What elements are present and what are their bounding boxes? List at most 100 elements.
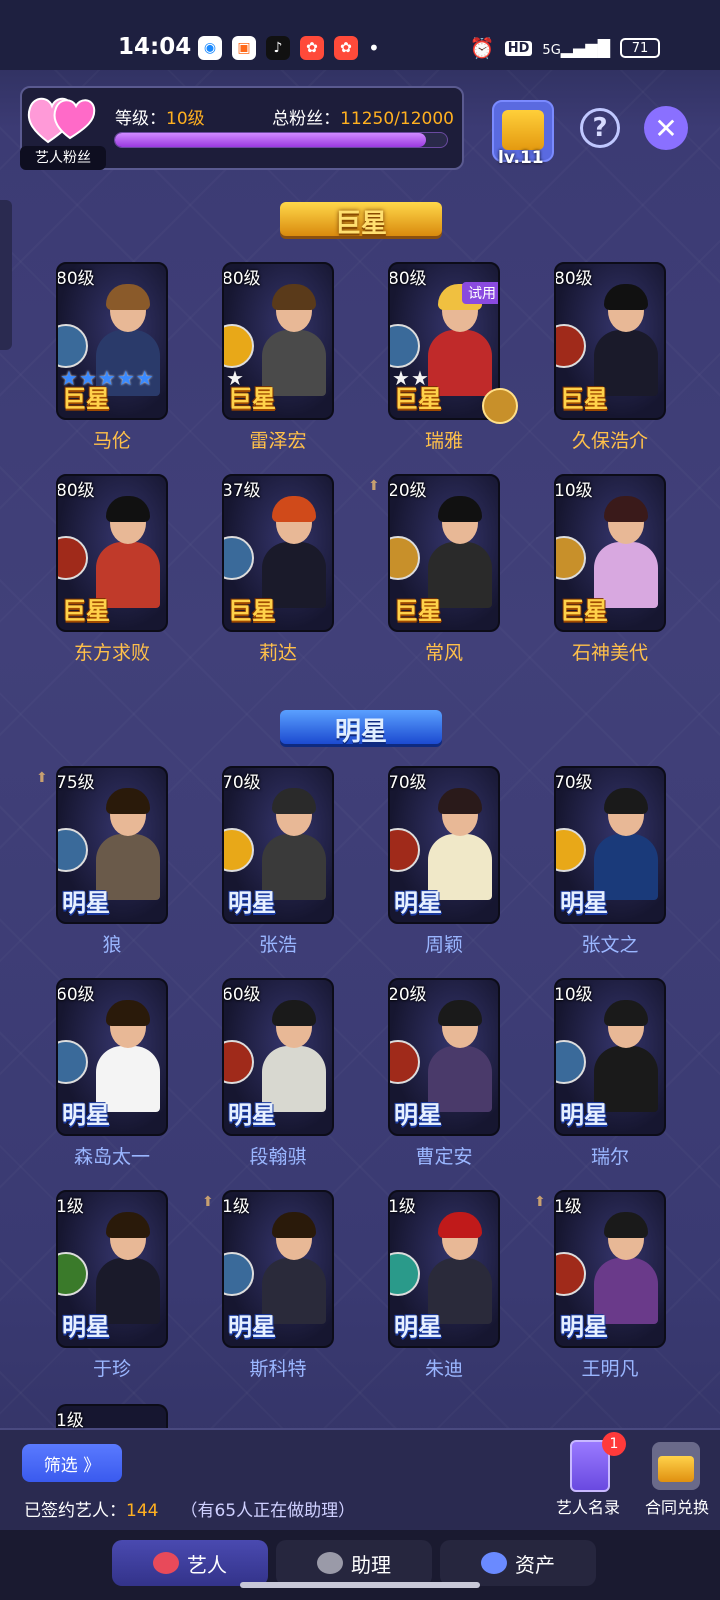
close-button[interactable]: ✕ xyxy=(644,106,688,150)
artist-card[interactable]: 80级 ★ ★ 试用 巨星 xyxy=(388,262,500,420)
signal-label: 5G xyxy=(542,42,561,58)
artist-card[interactable]: 10级 巨星 xyxy=(554,474,666,632)
fans-progress-bar xyxy=(114,132,448,148)
clapperboard-icon xyxy=(502,110,544,150)
side-handle[interactable] xyxy=(0,200,12,350)
studio-level: lv.11 xyxy=(498,148,544,168)
notification-apps: ◉ ▣ ♪ ✿ ✿ • xyxy=(198,36,380,60)
help-badge-icon[interactable] xyxy=(482,388,518,424)
artist-name: 莉达 xyxy=(258,642,297,664)
artist-card[interactable]: 20级 明星 xyxy=(388,978,500,1136)
rank-label: 明星 xyxy=(560,1101,608,1129)
artist-card[interactable]: 1级 明星 xyxy=(554,1190,666,1348)
rank-label: 巨星 xyxy=(62,597,110,625)
artist-card[interactable]: 10级明星 xyxy=(554,978,666,1136)
rank-label: 明星 xyxy=(228,889,276,917)
rank-label: 巨星 xyxy=(228,597,276,625)
artist-card[interactable]: 80级 ★ ★ ★ ★ ★ 巨星 xyxy=(56,262,168,420)
artist-portrait xyxy=(590,496,660,608)
artist-name: 雷泽宏 xyxy=(249,430,307,452)
tab-assistants[interactable]: 助理 xyxy=(276,1540,432,1586)
artist-tab-icon xyxy=(153,1552,179,1574)
game-controller-icon: ▣ xyxy=(232,36,256,60)
partial-artist-card[interactable]: 1级 xyxy=(56,1404,168,1431)
artist-name: 王明凡 xyxy=(581,1358,639,1380)
rank-label: 明星 xyxy=(228,1313,276,1341)
artist-name: 东方求败 xyxy=(73,642,150,664)
status-bar: 14:04 ◉ ▣ ♪ ✿ ✿ • ⏰ HD 5G▂▄▆█ 71 xyxy=(0,0,720,70)
superstar-title: 巨星 xyxy=(334,208,387,239)
card-level: 10级 xyxy=(554,985,593,1005)
artist-card[interactable]: 37级 巨星 xyxy=(222,474,334,632)
tab-label: 资产 xyxy=(515,1552,555,1577)
battery-level: 71 xyxy=(631,40,649,56)
upgrade-arrow-icon: ⬆ xyxy=(36,770,48,786)
hd-badge: HD xyxy=(504,40,533,56)
artist-card[interactable]: 80级 ★ 巨星 xyxy=(222,262,334,420)
rank-label: 明星 xyxy=(394,1101,442,1129)
card-level: 1级 xyxy=(56,1411,84,1431)
battery-icon: 71 xyxy=(620,38,660,58)
filter-button[interactable]: 筛选 》 xyxy=(22,1444,122,1482)
artist-name: 周颖 xyxy=(424,934,463,956)
help-button[interactable]: ? xyxy=(580,108,620,148)
clock: 14:04 xyxy=(118,34,192,60)
card-level: 70级 xyxy=(222,773,261,793)
status-icons: ⏰ HD 5G▂▄▆█ 71 xyxy=(470,36,660,60)
artist-card[interactable]: 75级 明星 xyxy=(56,766,168,924)
fan-level: 等级：10级 xyxy=(115,104,205,129)
level-label: 等级： xyxy=(115,109,166,129)
bubble-icon: ◉ xyxy=(198,36,222,60)
assistant-note: （有65人正在做助理） xyxy=(180,1501,356,1521)
artist-portrait xyxy=(92,1212,162,1324)
rank-label: 明星 xyxy=(560,889,608,917)
artist-name: 朱迪 xyxy=(424,1358,463,1380)
artist-name: 张文之 xyxy=(581,934,639,956)
star-banner: 明星 xyxy=(280,704,442,754)
rank-label: 明星 xyxy=(228,1101,276,1129)
artist-name: 石神美代 xyxy=(571,642,648,664)
roster-label: 艺人名录 xyxy=(555,1498,620,1517)
artist-card[interactable]: 70级 明星 xyxy=(554,766,666,924)
level-value: 10级 xyxy=(166,109,205,129)
card-level: 20级 xyxy=(388,481,427,501)
card-level: 10级 xyxy=(554,481,593,501)
card-level: 80级 xyxy=(222,269,261,289)
artist-card[interactable]: 1级 明星 xyxy=(388,1190,500,1348)
upgrade-arrow-icon: ⬆ xyxy=(534,1194,546,1210)
artist-name: 森岛太一 xyxy=(73,1146,150,1168)
artist-roster-button[interactable]: 1 艺人名录 xyxy=(552,1432,626,1530)
fan-label: 艺人粉丝 xyxy=(20,146,106,170)
artist-portrait xyxy=(424,788,494,900)
artist-card[interactable]: 70级明星 xyxy=(222,766,334,924)
more-dot: • xyxy=(368,36,380,60)
artist-card[interactable]: 80级 巨星 xyxy=(554,262,666,420)
rank-label: 明星 xyxy=(62,1101,110,1129)
home-indicator[interactable] xyxy=(240,1582,480,1588)
artist-card[interactable]: 60级 明星 xyxy=(222,978,334,1136)
tab-artists[interactable]: 艺人 xyxy=(112,1540,268,1586)
signed-count: 144 xyxy=(126,1501,159,1521)
tiktok-icon: ♪ xyxy=(266,36,290,60)
signed-artists: 已签约艺人：144 （有65人正在做助理） xyxy=(24,1496,355,1521)
tab-label: 艺人 xyxy=(187,1552,227,1577)
artist-portrait xyxy=(92,496,162,608)
artist-card[interactable]: 70级 明星 xyxy=(388,766,500,924)
rank-label: 明星 xyxy=(394,1313,442,1341)
tab-assets[interactable]: 资产 xyxy=(440,1540,596,1586)
contract-exchange-button[interactable]: 合同兑换 xyxy=(640,1440,720,1530)
rank-label: 明星 xyxy=(394,889,442,917)
artist-portrait xyxy=(258,496,328,608)
heart-icon xyxy=(27,97,96,144)
artist-card[interactable]: 60级 明星 xyxy=(56,978,168,1136)
trial-badge: 试用 xyxy=(462,282,498,304)
artist-card[interactable]: 20级 巨星 xyxy=(388,474,500,632)
contract-label: 合同兑换 xyxy=(644,1498,709,1517)
star-icon: ★ xyxy=(135,366,154,390)
artist-card[interactable]: 1级 明星 xyxy=(56,1190,168,1348)
upgrade-arrow-icon: ⬆ xyxy=(368,478,380,494)
artist-name: 常风 xyxy=(424,642,463,664)
artist-card[interactable]: 80级 巨星 xyxy=(56,474,168,632)
assistant-tab-icon xyxy=(317,1552,343,1574)
artist-card[interactable]: 1级 明星 xyxy=(222,1190,334,1348)
